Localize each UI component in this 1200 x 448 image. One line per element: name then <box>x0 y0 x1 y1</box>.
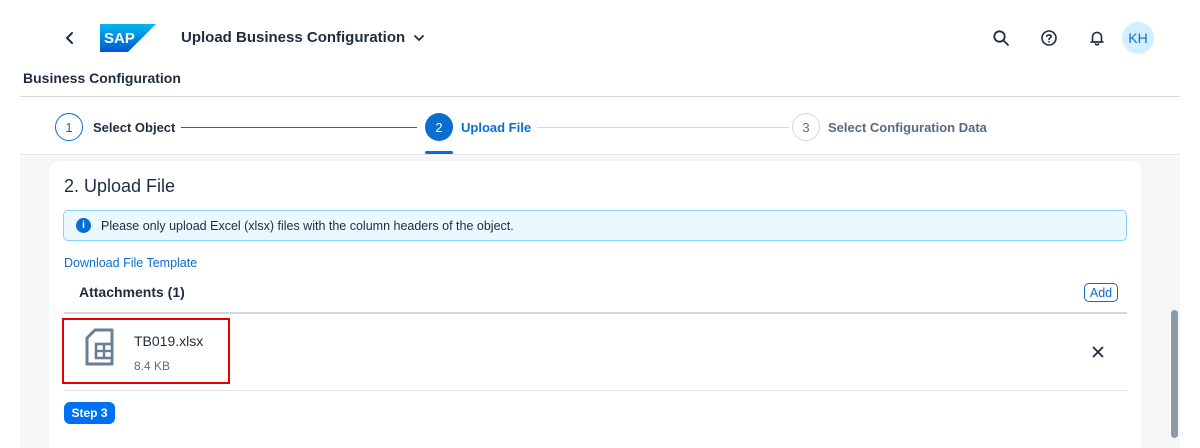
step-3-circle[interactable]: 3 <box>792 113 820 141</box>
notifications-button[interactable] <box>1085 26 1109 50</box>
vertical-scrollbar[interactable] <box>1171 310 1178 438</box>
svg-text:SAP: SAP <box>104 30 135 47</box>
file-name[interactable]: TB019.xlsx <box>134 333 203 349</box>
shell-bar: SAP Upload Business Configuration KH <box>0 0 1200 72</box>
upload-card <box>49 161 1141 448</box>
back-icon <box>66 32 73 44</box>
app-title-menu[interactable]: Upload Business Configuration <box>181 29 425 46</box>
info-icon: i <box>76 218 91 233</box>
add-attachment-button[interactable]: Add <box>1084 283 1118 302</box>
file-size: 8.4 KB <box>134 359 171 373</box>
sap-logo: SAP <box>100 24 156 52</box>
step-2-circle[interactable]: 2 <box>425 113 453 141</box>
step-1-circle[interactable]: 1 <box>55 113 83 141</box>
remove-attachment-button[interactable] <box>1089 343 1107 361</box>
back-button[interactable] <box>56 24 84 52</box>
active-step-indicator <box>425 151 453 154</box>
section-title: 2. Upload File <box>64 176 176 196</box>
step-1-label[interactable]: Select Object <box>93 120 175 135</box>
search-icon <box>993 30 1009 46</box>
avatar[interactable]: KH <box>1122 22 1154 54</box>
chevron-down-icon <box>414 34 425 41</box>
spreadsheet-file-icon <box>85 328 114 366</box>
attachments-title: Attachments (1) <box>79 284 185 300</box>
list-divider-bottom <box>64 390 1127 391</box>
wizard-progress: 1 Select Object 2 Upload File 3 Select C… <box>20 97 1180 155</box>
info-message-strip: i Please only upload Excel (xlsx) files … <box>63 210 1127 241</box>
close-icon <box>1092 346 1104 358</box>
step-3-label[interactable]: Select Configuration Data <box>828 120 987 135</box>
help-icon <box>1041 30 1057 46</box>
page-title: Business Configuration <box>23 70 181 86</box>
help-button[interactable] <box>1037 26 1061 50</box>
step-2-label[interactable]: Upload File <box>461 120 531 135</box>
next-step-button[interactable]: Step 3 <box>64 402 115 424</box>
app-title: Upload Business Configuration <box>181 29 406 46</box>
step-connector-1 <box>181 127 417 128</box>
download-template-link[interactable]: Download File Template <box>64 256 197 270</box>
step-connector-2 <box>537 127 789 128</box>
bell-icon <box>1090 31 1104 46</box>
search-button[interactable] <box>989 26 1013 50</box>
info-message: Please only upload Excel (xlsx) files wi… <box>101 218 514 233</box>
